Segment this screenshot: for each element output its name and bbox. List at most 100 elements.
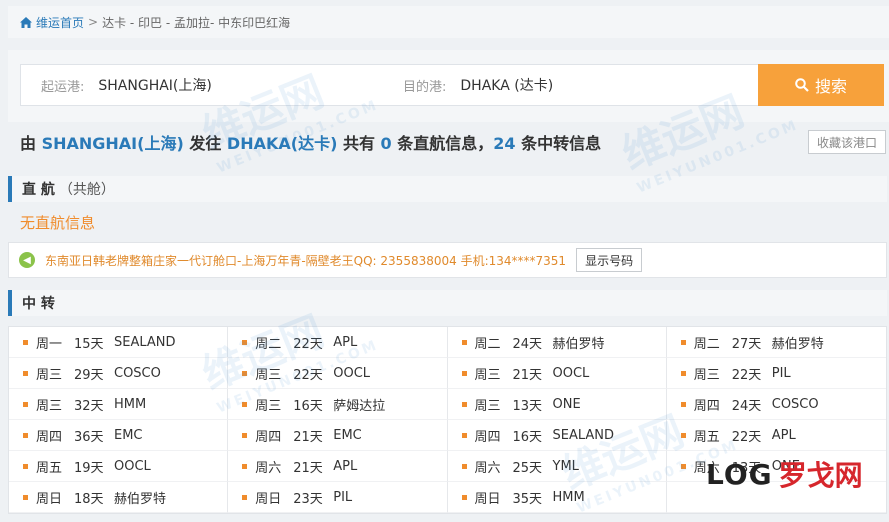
bullet-icon xyxy=(680,370,686,376)
schedule-day: 周四 xyxy=(474,429,501,445)
destination-input[interactable]: DHAKA (达卡) xyxy=(460,75,553,95)
schedule-item[interactable]: 周二 27天 赫伯罗特 xyxy=(666,327,886,358)
summary-text: 条中转信息 xyxy=(515,134,602,153)
schedule-day: 周三 xyxy=(255,398,282,414)
schedule-carrier: OOCL xyxy=(114,458,151,474)
transfer-section-title: 中 转 xyxy=(22,296,55,312)
route-summary: 由 SHANGHAI(上海) 发往 DHAKA(达卡) 共有 0 条直航信息，2… xyxy=(20,130,601,154)
show-number-button[interactable]: 显示号码 xyxy=(576,248,643,272)
schedule-day: 周五 xyxy=(693,429,720,445)
schedule-carrier: COSCO xyxy=(771,396,819,412)
schedule-item[interactable]: 周一 15天 SEALAND xyxy=(9,327,229,358)
destination-label: 目的港: xyxy=(403,79,447,95)
breadcrumb-separator: > xyxy=(88,15,99,29)
home-icon xyxy=(20,16,32,28)
direct-count: 0 xyxy=(380,134,392,153)
schedule-day: 周二 xyxy=(474,336,501,352)
schedule-carrier: HMM xyxy=(114,396,147,412)
summary-text: 条直航信息， xyxy=(391,134,494,153)
schedule-item[interactable]: 周三 21天 OOCL xyxy=(447,358,667,389)
schedule-carrier: ONE xyxy=(552,396,581,412)
schedule-day: 周三 xyxy=(474,398,501,414)
schedule-item[interactable]: 周日 18天 赫伯罗特 xyxy=(9,482,229,513)
schedule-carrier: APL xyxy=(771,427,796,443)
bullet-icon xyxy=(461,339,467,345)
schedule-item[interactable]: 周五 22天 APL xyxy=(666,420,886,451)
schedule-duration: 35天 xyxy=(512,491,543,507)
notice-text[interactable]: 东南亚日韩老牌整箱庄家一代订舱口-上海万年青-隔壁老王QQ: 235583800… xyxy=(45,252,566,269)
bullet-icon xyxy=(242,339,248,345)
logo-text-latin: LOG xyxy=(706,457,773,491)
schedule-day: 周日 xyxy=(255,491,282,507)
bullet-icon xyxy=(23,339,28,345)
schedule-carrier: APL xyxy=(333,334,358,350)
search-box: 起运港: SHANGHAI(上海) 目的港: DHAKA (达卡) xyxy=(20,64,772,106)
schedule-duration: 21天 xyxy=(293,460,323,476)
schedule-duration: 15天 xyxy=(74,336,104,352)
schedule-item[interactable]: 周三 16天 萨姆达拉 xyxy=(228,389,448,420)
search-button[interactable]: 搜索 xyxy=(758,64,884,106)
schedule-item[interactable]: 周日 23天 PIL xyxy=(228,482,448,513)
schedule-item[interactable]: 周日 35天 HMM xyxy=(447,482,667,513)
schedule-duration: 36天 xyxy=(74,429,104,445)
summary-text: 共有 xyxy=(337,134,381,153)
search-button-label: 搜索 xyxy=(814,79,847,96)
schedule-day: 周一 xyxy=(36,336,63,352)
schedule-carrier: APL xyxy=(333,458,358,474)
bullet-icon xyxy=(680,463,686,469)
origin-input[interactable]: SHANGHAI(上海) xyxy=(98,75,211,95)
schedule-duration: 22天 xyxy=(293,367,323,383)
schedule-day: 周六 xyxy=(474,460,501,476)
direct-section-title: 直 航 xyxy=(22,182,55,198)
schedule-item[interactable]: 周六 25天 YML xyxy=(447,451,667,482)
bullet-icon xyxy=(242,463,248,469)
bullet-icon xyxy=(461,401,467,407)
schedule-carrier: OOCL xyxy=(333,365,371,381)
bullet-icon xyxy=(461,370,467,376)
schedule-item[interactable]: 周四 16天 SEALAND xyxy=(447,420,667,451)
transfer-count: 24 xyxy=(493,134,516,153)
schedule-item[interactable]: 周二 22天 APL xyxy=(228,327,448,358)
schedule-carrier: PIL xyxy=(333,489,353,505)
schedule-carrier: OOCL xyxy=(552,365,590,381)
schedule-item[interactable]: 周六 21天 APL xyxy=(228,451,448,482)
bullet-icon xyxy=(242,432,248,438)
schedule-duration: 29天 xyxy=(74,367,104,383)
schedule-carrier: PIL xyxy=(771,365,791,381)
schedule-duration: 25天 xyxy=(512,460,543,476)
bullet-icon xyxy=(680,339,686,345)
schedule-carrier: YML xyxy=(552,458,579,474)
schedule-carrier: SEALAND xyxy=(552,427,615,443)
schedule-item[interactable]: 周二 24天 赫伯罗特 xyxy=(447,327,667,358)
favorite-port-button[interactable]: 收藏该港口 xyxy=(808,130,886,154)
schedule-day: 周三 xyxy=(255,367,282,383)
schedule-item[interactable]: 周三 22天 OOCL xyxy=(228,358,448,389)
bullet-icon xyxy=(23,401,28,407)
schedule-carrier: 萨姆达拉 xyxy=(333,398,386,414)
schedule-day: 周三 xyxy=(474,367,501,383)
summary-text: 发往 xyxy=(183,134,227,153)
schedule-item[interactable]: 周四 24天 COSCO xyxy=(666,389,886,420)
schedule-item[interactable]: 周四 36天 EMC xyxy=(9,420,229,451)
origin-label: 起运港: xyxy=(41,79,85,95)
schedule-item[interactable]: 周三 32天 HMM xyxy=(9,389,229,420)
schedule-duration: 22天 xyxy=(731,429,762,445)
summary-destination[interactable]: DHAKA(达卡) xyxy=(227,134,337,153)
breadcrumb-home-label: 维运首页 xyxy=(36,15,85,30)
bullet-icon xyxy=(242,401,248,407)
schedule-item[interactable]: 周三 29天 COSCO xyxy=(9,358,229,389)
schedule-duration: 27天 xyxy=(731,336,762,352)
schedule-item[interactable]: 周五 19天 OOCL xyxy=(9,451,229,482)
direct-section-subtitle: （共舱） xyxy=(58,182,115,198)
schedule-carrier: SEALAND xyxy=(114,334,176,350)
schedule-item[interactable]: 周四 21天 EMC xyxy=(228,420,448,451)
schedule-duration: 32天 xyxy=(74,398,104,414)
summary-origin[interactable]: SHANGHAI(上海) xyxy=(42,134,184,153)
breadcrumb-path: 达卡 - 印巴 - 孟加拉- 中东印巴红海 xyxy=(102,15,291,30)
breadcrumb-home-link[interactable]: 维运首页 xyxy=(20,14,84,31)
destination-field: 目的港: DHAKA (达卡) xyxy=(383,75,553,95)
schedule-item[interactable]: 周三 22天 PIL xyxy=(666,358,886,389)
schedule-duration: 21天 xyxy=(293,429,323,445)
direct-section-header: 直 航 （共舱） xyxy=(8,176,887,202)
schedule-item[interactable]: 周三 13天 ONE xyxy=(447,389,667,420)
